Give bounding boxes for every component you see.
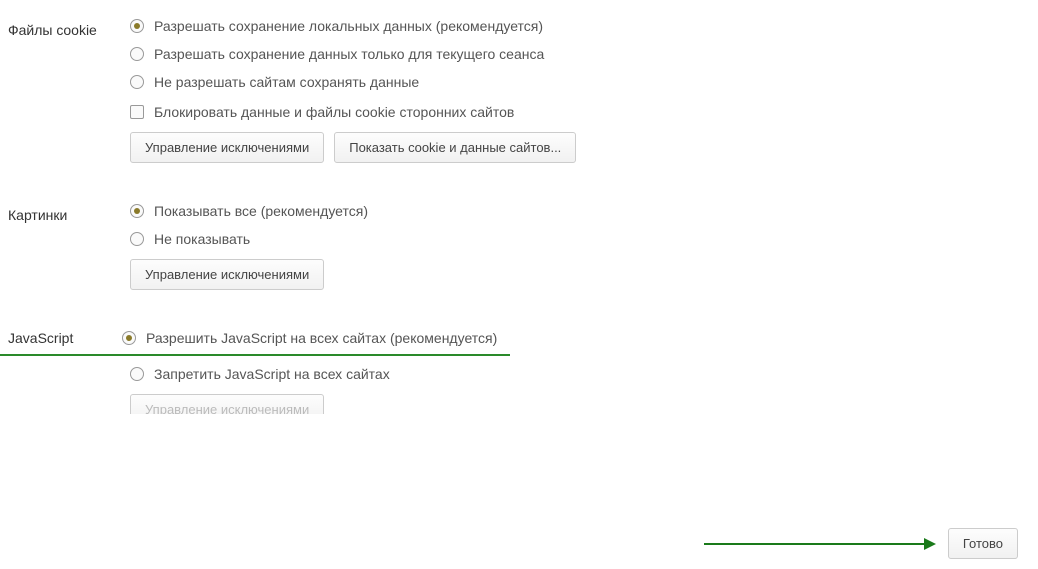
cookies-block-all-label: Не разрешать сайтам сохранять данные — [154, 74, 419, 90]
javascript-block-label: Запретить JavaScript на всех сайтах — [154, 366, 390, 382]
cookies-show-cookies-button[interactable]: Показать cookie и данные сайтов... — [334, 132, 576, 163]
cookies-block-all-row[interactable]: Не разрешать сайтам сохранять данные — [130, 74, 998, 90]
radio-icon — [130, 47, 144, 61]
cookies-content: Разрешать сохранение локальных данных (р… — [130, 18, 1038, 163]
arrow-right-icon — [704, 538, 936, 550]
done-button[interactable]: Готово — [948, 528, 1018, 559]
cookies-buttons: Управление исключениями Показать cookie … — [130, 132, 998, 163]
radio-icon — [122, 331, 136, 345]
cookies-allow-local-label: Разрешать сохранение локальных данных (р… — [154, 18, 543, 34]
section-images: Картинки Показывать все (рекомендуется) … — [0, 203, 1038, 290]
images-buttons: Управление исключениями — [130, 259, 998, 290]
javascript-buttons-partial: Управление исключениями — [130, 394, 1038, 414]
images-show-all-row[interactable]: Показывать все (рекомендуется) — [130, 203, 998, 219]
javascript-label: JavaScript — [0, 330, 122, 346]
images-show-all-label: Показывать все (рекомендуется) — [154, 203, 368, 219]
cookies-exceptions-button[interactable]: Управление исключениями — [130, 132, 324, 163]
javascript-exceptions-button[interactable]: Управление исключениями — [130, 394, 324, 414]
section-javascript: JavaScript Разрешить JavaScript на всех … — [0, 330, 1038, 414]
section-cookies: Файлы cookie Разрешать сохранение локаль… — [0, 0, 1038, 163]
cookies-allow-session-row[interactable]: Разрешать сохранение данных только для т… — [130, 46, 998, 62]
cookies-allow-session-label: Разрешать сохранение данных только для т… — [154, 46, 544, 62]
images-hide-label: Не показывать — [154, 231, 250, 247]
radio-icon — [130, 19, 144, 33]
javascript-allow-row[interactable]: Разрешить JavaScript на всех сайтах (рек… — [122, 330, 497, 346]
radio-icon — [130, 232, 144, 246]
checkbox-icon — [130, 105, 144, 119]
cookies-block-thirdparty-row[interactable]: Блокировать данные и файлы cookie сторон… — [130, 104, 998, 120]
images-hide-row[interactable]: Не показывать — [130, 231, 998, 247]
footer: Готово — [704, 528, 1018, 559]
cookies-block-thirdparty-label: Блокировать данные и файлы cookie сторон… — [154, 104, 514, 120]
radio-icon — [130, 75, 144, 89]
radio-icon — [130, 367, 144, 381]
cookies-label: Файлы cookie — [0, 18, 130, 38]
images-content: Показывать все (рекомендуется) Не показы… — [130, 203, 1038, 290]
images-exceptions-button[interactable]: Управление исключениями — [130, 259, 324, 290]
javascript-block-row[interactable]: Запретить JavaScript на всех сайтах — [130, 366, 1038, 382]
javascript-allow-label: Разрешить JavaScript на всех сайтах (рек… — [146, 330, 497, 346]
cookies-allow-local-row[interactable]: Разрешать сохранение локальных данных (р… — [130, 18, 998, 34]
images-label: Картинки — [0, 203, 130, 223]
javascript-highlight: JavaScript Разрешить JavaScript на всех … — [0, 330, 510, 356]
radio-icon — [130, 204, 144, 218]
javascript-rest: Запретить JavaScript на всех сайтах Упра… — [130, 366, 1038, 414]
